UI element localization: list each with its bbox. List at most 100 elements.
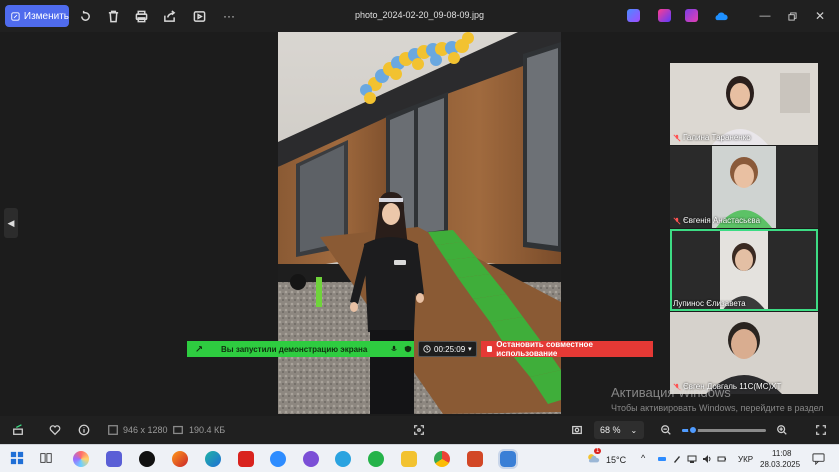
info-icon bbox=[78, 424, 90, 436]
speaker-icon[interactable] bbox=[702, 454, 712, 464]
whatsapp-icon[interactable] bbox=[368, 451, 384, 467]
image-creator-icon[interactable] bbox=[627, 9, 640, 22]
image-size-icon bbox=[572, 425, 582, 435]
zoom-level-dropdown[interactable]: 68 % ⌄ bbox=[594, 421, 644, 439]
designer-icon[interactable] bbox=[685, 9, 698, 22]
fit-screen-icon bbox=[414, 425, 424, 435]
viber-icon[interactable] bbox=[303, 451, 319, 467]
file-size-icon bbox=[171, 423, 185, 437]
previous-image-button[interactable]: ◀ bbox=[4, 208, 18, 238]
powerpoint-icon[interactable] bbox=[467, 451, 483, 467]
close-button[interactable]: ✕ bbox=[812, 8, 828, 24]
screen-share-status: Вы запустили демонстрацию экрана bbox=[187, 341, 414, 357]
task-view-icon bbox=[40, 453, 52, 463]
pen-icon[interactable] bbox=[672, 454, 682, 464]
input-language[interactable]: УКР bbox=[738, 455, 753, 464]
task-view-button[interactable] bbox=[39, 451, 55, 467]
mic-icon[interactable] bbox=[390, 345, 398, 353]
clock-time[interactable]: 11:08 bbox=[772, 449, 791, 458]
filmstrip-icon bbox=[13, 424, 23, 435]
clipchamp-icon[interactable] bbox=[658, 9, 671, 22]
file-info-button[interactable] bbox=[77, 423, 91, 437]
zoom-out-icon bbox=[661, 425, 671, 435]
zoom-slider[interactable] bbox=[682, 425, 766, 435]
actual-size-button[interactable] bbox=[570, 423, 584, 437]
edit-icon bbox=[11, 11, 20, 21]
participant-tile[interactable]: Євгенія Анастасьєва bbox=[670, 146, 818, 228]
onedrive-icon[interactable] bbox=[713, 9, 728, 22]
expand-icon bbox=[816, 425, 826, 435]
chevron-down-icon: ▾ bbox=[468, 346, 472, 353]
weather-badge: 1 bbox=[594, 448, 602, 454]
chevron-down-icon: ⌄ bbox=[630, 425, 638, 435]
participant-tile[interactable]: Євген Довгаль 11С(МС)ХТ bbox=[670, 312, 818, 394]
media-player-icon[interactable] bbox=[139, 451, 155, 467]
fullscreen-button[interactable] bbox=[814, 423, 828, 437]
file-explorer-icon[interactable] bbox=[401, 451, 417, 467]
notifications-button[interactable] bbox=[812, 452, 825, 466]
play-icon bbox=[193, 10, 205, 22]
more-options-button[interactable]: ··· bbox=[220, 8, 238, 24]
edit-button[interactable]: Изменить bbox=[5, 5, 69, 27]
battery-icon[interactable] bbox=[717, 454, 727, 464]
zoom-in-button[interactable] bbox=[775, 423, 789, 437]
zoom-out-button[interactable] bbox=[659, 423, 673, 437]
zoom-slider-thumb[interactable] bbox=[688, 425, 698, 435]
dimensions-icon bbox=[106, 423, 120, 437]
restore-icon bbox=[787, 11, 797, 21]
chat-bubble-icon bbox=[812, 453, 825, 466]
telegram-icon[interactable] bbox=[335, 451, 351, 467]
share-button[interactable] bbox=[161, 8, 177, 24]
network-icon[interactable] bbox=[687, 454, 697, 464]
start-button[interactable] bbox=[10, 451, 26, 467]
participant-name-label: Лупинос Єлизавета bbox=[673, 299, 746, 308]
drag-handle-icon[interactable] bbox=[195, 345, 203, 353]
restore-button[interactable] bbox=[784, 8, 800, 24]
favorite-button[interactable] bbox=[48, 423, 62, 437]
zoom-in-icon bbox=[777, 425, 787, 435]
show-hidden-icons-button[interactable]: ^ bbox=[641, 453, 645, 463]
mic-muted-icon bbox=[673, 216, 681, 225]
stop-sharing-button[interactable]: Остановить совместное использование bbox=[480, 340, 653, 358]
filmstrip-toggle-button[interactable] bbox=[11, 423, 25, 437]
teams-icon[interactable] bbox=[106, 451, 122, 467]
rotate-icon bbox=[80, 10, 90, 21]
copilot-icon[interactable] bbox=[73, 451, 89, 467]
participant-tile-active-speaker[interactable]: Лупинос Єлизавета bbox=[670, 229, 818, 311]
firefox-icon[interactable] bbox=[172, 451, 188, 467]
printer-icon bbox=[135, 10, 147, 22]
minimize-button[interactable]: — bbox=[757, 8, 773, 24]
delete-button[interactable] bbox=[105, 8, 121, 24]
bottom-status-bar: 946 x 1280 190.4 КБ 68 % ⌄ bbox=[0, 416, 839, 444]
edge-icon[interactable] bbox=[205, 451, 221, 467]
participant-tile[interactable]: Галина Тараненко bbox=[670, 63, 818, 145]
clock-date[interactable]: 28.03.2025 bbox=[760, 460, 800, 469]
photos-app-taskbar-icon[interactable] bbox=[498, 449, 518, 469]
shield-icon[interactable] bbox=[404, 345, 412, 353]
image-dimensions: 946 x 1280 bbox=[123, 425, 168, 435]
windows-logo-icon bbox=[10, 451, 24, 465]
mic-muted-icon bbox=[673, 133, 681, 142]
share-icon bbox=[163, 9, 175, 22]
screen-share-bar: Вы запустили демонстрацию экрана 00:25:0… bbox=[187, 340, 658, 358]
rotate-button[interactable] bbox=[77, 8, 93, 24]
print-button[interactable] bbox=[133, 8, 149, 24]
trash-icon bbox=[108, 10, 118, 22]
participant-name-label: Галина Тараненко bbox=[673, 133, 751, 142]
slideshow-button[interactable] bbox=[191, 8, 207, 24]
screen-share-message: Вы запустили демонстрацию экрана bbox=[221, 344, 368, 354]
edit-button-label: Изменить bbox=[23, 10, 69, 22]
clock-icon bbox=[423, 345, 431, 353]
zoom-tray-icon[interactable] bbox=[657, 454, 667, 464]
photos-app-window: Изменить ··· photo_2024-02-20_09-08-09.j… bbox=[0, 0, 839, 472]
heart-icon bbox=[49, 425, 61, 436]
zoom-app-icon[interactable] bbox=[270, 451, 286, 467]
fit-to-window-button[interactable] bbox=[412, 423, 426, 437]
file-size: 190.4 КБ bbox=[189, 425, 226, 435]
acrobat-icon[interactable] bbox=[238, 451, 254, 467]
windows-taskbar: 1 15°C ^ УКР 11:08 28.03.2025 bbox=[0, 444, 839, 472]
stop-icon bbox=[486, 346, 493, 352]
chrome-icon[interactable] bbox=[434, 451, 450, 467]
weather-temperature: 15°C bbox=[606, 455, 627, 465]
screen-share-timer[interactable]: 00:25:09 ▾ bbox=[418, 341, 477, 357]
